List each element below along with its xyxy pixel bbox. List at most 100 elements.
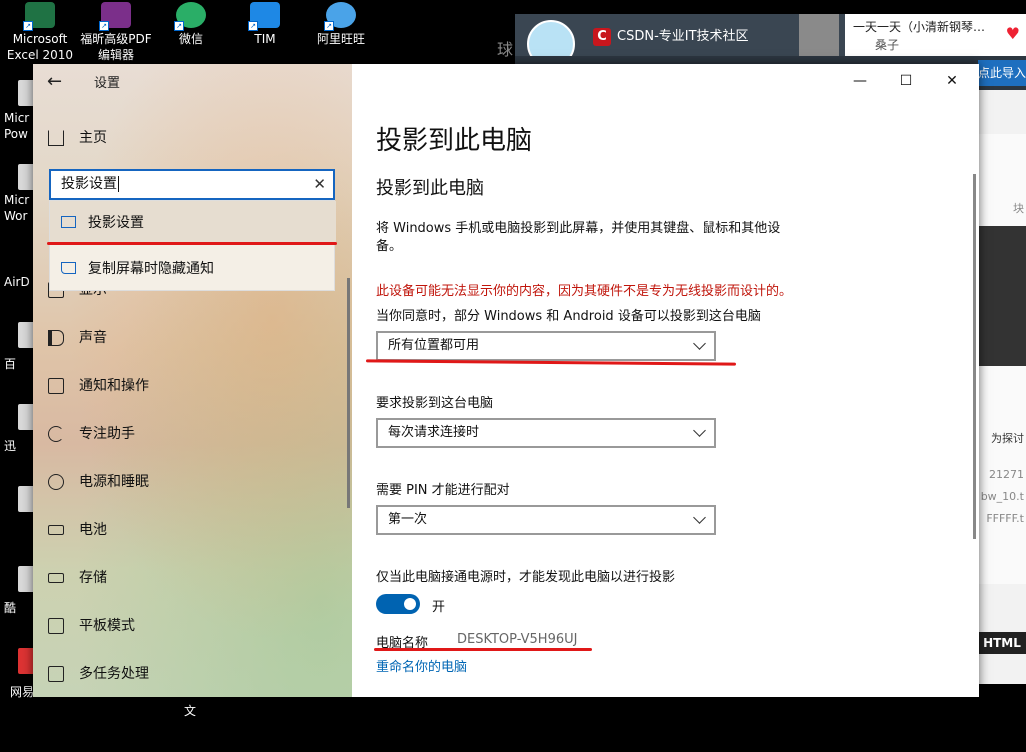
page-image — [978, 226, 1026, 366]
pin-dropdown[interactable]: 第一次 — [376, 505, 716, 535]
import-button[interactable]: 点此导入 — [978, 60, 1026, 86]
close-icon[interactable]: ✕ — [313, 171, 326, 198]
sidebar-item-home[interactable]: 主页 — [33, 118, 352, 158]
desktop-icon-label-partial: 迅 — [4, 439, 17, 453]
request-dropdown[interactable]: 每次请求连接时 — [376, 418, 716, 448]
rename-pc-link[interactable]: 重命名你的电脑 — [376, 656, 467, 675]
storage-icon — [48, 573, 64, 583]
desktop: ↗ Microsoft Excel 2010 ↗ 福昕高级PDF 编辑器 ↗ 微… — [0, 0, 1026, 752]
notification-icon — [48, 378, 64, 394]
desktop-icon-label: Microsoft — [12, 32, 68, 46]
desktop-icon-label-partial: AirD — [4, 275, 30, 289]
sidebar-item-label: 专注助手 — [79, 426, 135, 442]
pin-label: 需要 PIN 才能进行配对 — [376, 483, 510, 498]
partial-text: 为探讨 — [991, 432, 1024, 445]
red-annotation-underline — [374, 648, 592, 651]
power-icon — [48, 474, 64, 490]
page-title: 投影到此电脑 — [376, 126, 533, 156]
toggle-state-label: 开 — [432, 600, 446, 615]
availability-label: 当你同意时，部分 Windows 和 Android 设备可以投影到这台电脑 — [376, 309, 761, 324]
tim-icon: ↗ — [248, 2, 280, 31]
close-button[interactable]: ✕ — [929, 68, 975, 94]
speaker-icon — [48, 330, 64, 346]
heart-icon[interactable]: ♥ — [1006, 24, 1020, 43]
sidebar-item-power-sleep[interactable]: 电源和睡眠 — [33, 462, 352, 502]
pc-name-value: DESKTOP-V5H96UJ — [457, 632, 578, 647]
sidebar-item-tablet-mode[interactable]: 平板模式 — [33, 606, 352, 646]
sidebar-item-battery[interactable]: 电池 — [33, 510, 352, 550]
search-input-value: 投影设置 — [61, 176, 117, 192]
scrollbar[interactable] — [347, 278, 350, 508]
sidebar-item-label: 平板模式 — [79, 618, 135, 634]
sidebar-item-multitasking[interactable]: 多任务处理 — [33, 654, 352, 694]
sidebar-item-label: 多任务处理 — [79, 666, 149, 682]
power-toggle[interactable] — [376, 594, 420, 614]
moon-icon — [48, 426, 64, 442]
section-title: 投影到此电脑 — [376, 178, 484, 199]
music-player-widget[interactable]: 一天一天（小清新钢琴… 桑子 ♥ — [845, 14, 1026, 56]
search-suggestions: 投影设置 复制屏幕时隐藏通知 — [49, 200, 336, 291]
warning-text: 此设备可能无法显示你的内容，因为其硬件不是专为无线投影而设计的。 — [376, 284, 793, 299]
foxit-pdf-desktop-icon[interactable]: ↗ 福昕高级PDF 编辑器 — [76, 0, 156, 63]
minimize-button[interactable]: — — [837, 68, 883, 94]
aliwangwang-desktop-icon[interactable]: ↗ 阿里旺旺 — [301, 0, 381, 47]
suggestion-item[interactable]: 复制屏幕时隐藏通知 — [50, 247, 336, 291]
partial-text: 块 — [1013, 202, 1024, 215]
pdf-icon: ↗ — [99, 2, 131, 31]
wechat-desktop-icon[interactable]: ↗ 微信 — [151, 0, 231, 47]
back-arrow-icon[interactable]: ← — [47, 72, 67, 92]
multitasking-icon — [48, 666, 64, 682]
html-button[interactable]: HTML — [978, 632, 1026, 654]
desktop-icon-partial[interactable] — [4, 566, 40, 592]
sidebar-item-label: 主页 — [79, 130, 107, 146]
chevron-down-icon — [693, 511, 706, 524]
tim-desktop-icon[interactable]: ↗ TIM — [225, 0, 305, 47]
suggestion-item[interactable]: 投影设置 — [50, 201, 336, 245]
desktop-icon-label: 福昕高级PDF — [80, 32, 152, 46]
browser-tab-csdn[interactable]: CSDN-专业IT技术社区 — [589, 24, 799, 50]
settings-window: ← 设置 主页 显示 声音 通知和操作 专注助手 — [33, 64, 979, 697]
partial-text: bw_10.t — [980, 490, 1024, 503]
maximize-button[interactable]: ☐ — [883, 68, 929, 94]
sidebar-item-storage[interactable]: 存储 — [33, 558, 352, 598]
desktop-icon-label: 微信 — [178, 32, 203, 46]
desktop-icon-partial[interactable] — [4, 164, 40, 190]
desktop-icon-label: 阿里旺旺 — [316, 32, 365, 46]
suggestion-label: 投影设置 — [88, 215, 144, 231]
desktop-icon-label-partial: 酷 — [4, 601, 17, 615]
desktop-icon-label: 编辑器 — [97, 48, 134, 62]
projection-icon — [61, 216, 76, 228]
desktop-icon-partial[interactable] — [4, 486, 40, 512]
search-input[interactable]: 投影设置 ✕ — [49, 169, 335, 200]
request-label: 要求投影到这台电脑 — [376, 396, 494, 411]
song-artist: 桑子 — [875, 38, 900, 52]
sidebar-item-label: 通知和操作 — [79, 378, 149, 394]
home-icon — [48, 130, 64, 146]
excel-desktop-icon[interactable]: ↗ Microsoft Excel 2010 — [0, 0, 80, 63]
sidebar-item-label: 电源和睡眠 — [79, 474, 149, 490]
desktop-icon-label: Excel 2010 — [6, 48, 74, 62]
text-caret — [118, 176, 119, 192]
partial-text: 21271 — [989, 468, 1024, 481]
song-title: 一天一天（小清新钢琴… — [853, 20, 986, 34]
desktop-icon-partial[interactable] — [4, 648, 40, 674]
desktop-icon-label: 文 — [184, 704, 197, 718]
sidebar-item-focus-assist[interactable]: 专注助手 — [33, 414, 352, 454]
desktop-icon-partial[interactable] — [4, 80, 40, 106]
scrollbar[interactable] — [973, 174, 976, 539]
battery-icon — [48, 525, 64, 535]
sidebar-item-label: 电池 — [79, 522, 107, 538]
availability-dropdown[interactable]: 所有位置都可用 — [376, 331, 716, 361]
sidebar-item-sound[interactable]: 声音 — [33, 318, 352, 358]
partial-text: 球 — [497, 40, 514, 59]
dropdown-value: 第一次 — [388, 512, 428, 527]
power-label: 仅当此电脑接通电源时，才能发现此电脑以进行投影 — [376, 570, 676, 585]
desktop-icon-partial[interactable] — [4, 322, 40, 348]
red-annotation-underline — [47, 242, 337, 245]
sidebar-item-notifications[interactable]: 通知和操作 — [33, 366, 352, 406]
chevron-down-icon — [693, 337, 706, 350]
desktop-icon-partial[interactable] — [4, 404, 40, 430]
album-thumbnail — [799, 14, 839, 56]
partial-text: FFFFF.t — [986, 512, 1024, 525]
settings-sidebar: ← 设置 主页 显示 声音 通知和操作 专注助手 — [33, 64, 352, 697]
